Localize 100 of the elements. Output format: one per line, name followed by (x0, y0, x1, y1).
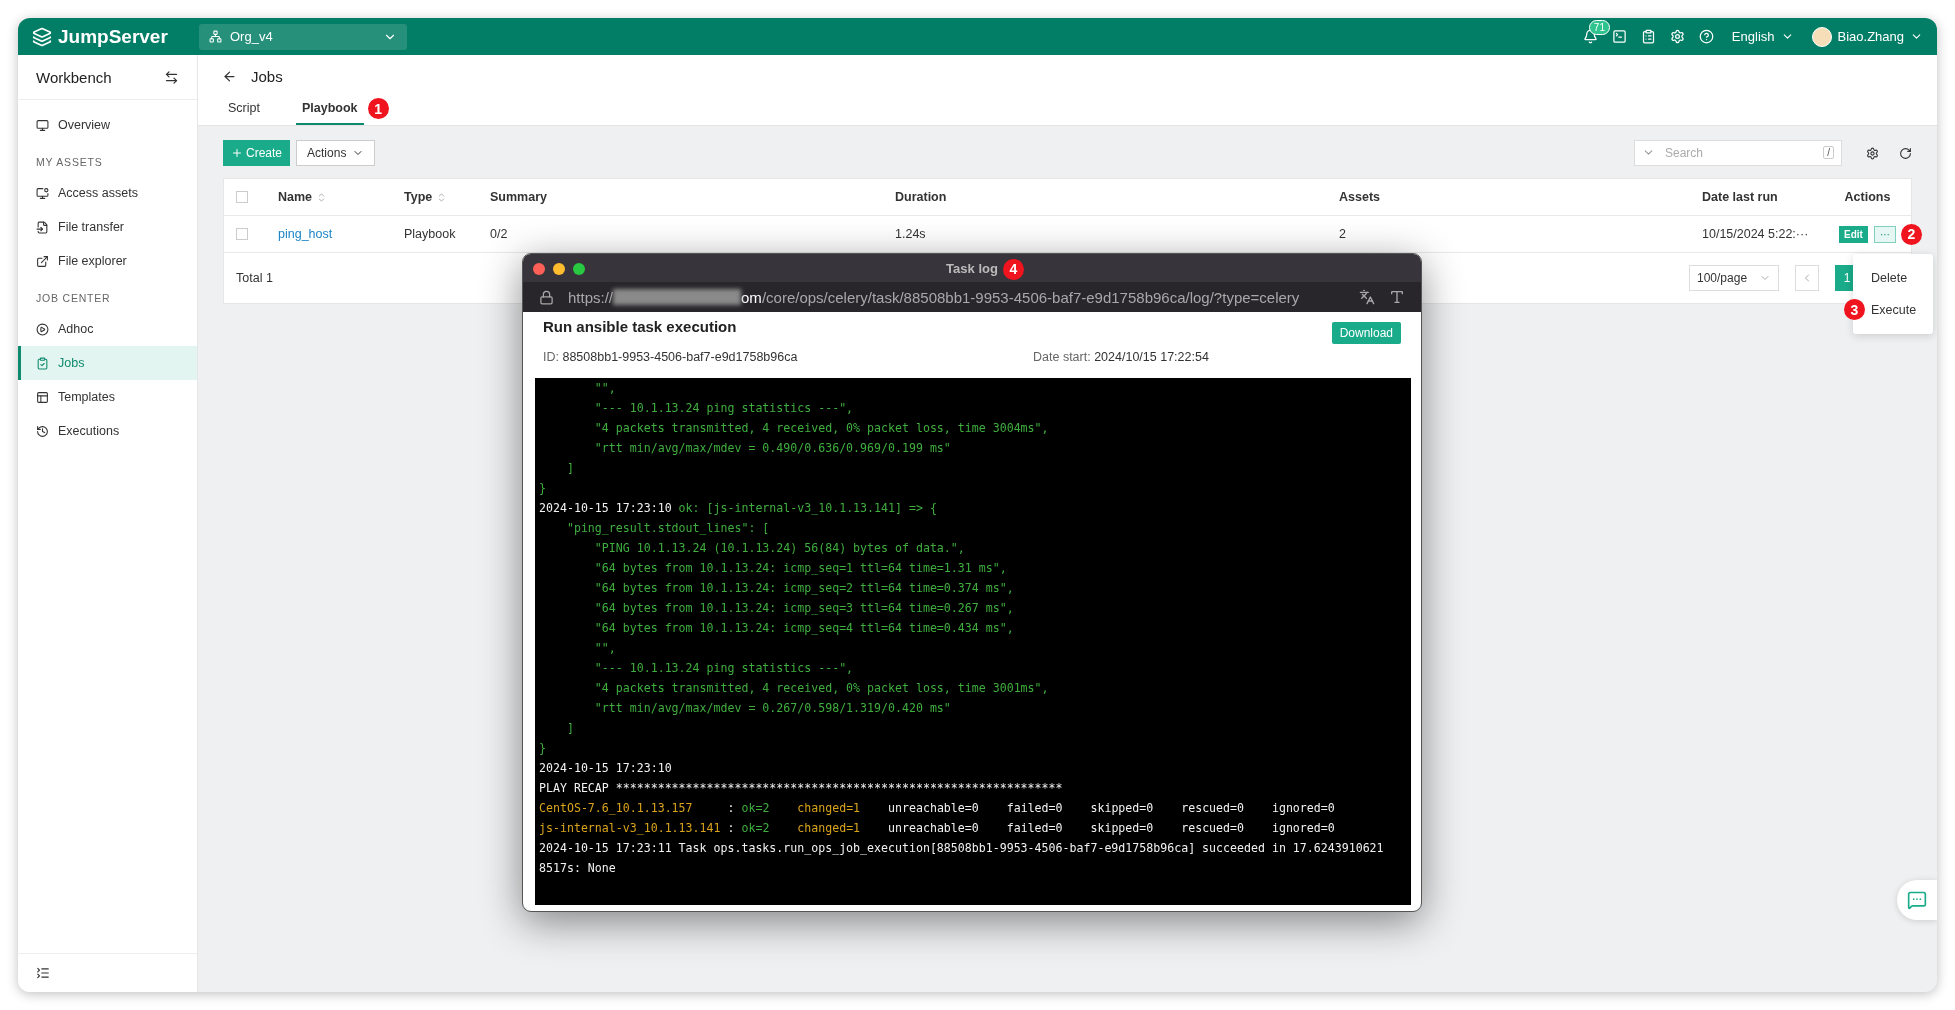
log-line: 8517s: None (539, 860, 617, 877)
file-icon (36, 220, 49, 234)
task-id: ID: 88508bb1-9953-4506-baf7-e9d1758b96ca (543, 350, 799, 364)
org-select[interactable]: Org_v4 (199, 23, 407, 50)
actions-button[interactable]: Actions (296, 140, 376, 166)
sidebar-item[interactable]: Adhoc (18, 312, 197, 346)
step-marker: 3 (1844, 299, 1865, 320)
column-header[interactable]: Type (404, 190, 433, 204)
settings-icon[interactable] (1669, 29, 1685, 44)
sidebar-item[interactable]: Jobs (18, 346, 197, 380)
log-line: "64 bytes from 10.1.13.24: icmp_seq=4 ttl=64 time=0.434 ms", (593, 620, 1015, 637)
text-icon[interactable] (1389, 289, 1405, 305)
section-heading: JOB CENTER (35, 291, 112, 306)
sidebar-item[interactable]: File transfer (18, 210, 197, 244)
log-line: } (539, 740, 547, 757)
lock-icon (539, 289, 554, 305)
refresh-icon[interactable] (1899, 146, 1912, 160)
window-title: Task log (946, 260, 998, 276)
section-heading: MY ASSETS (35, 155, 104, 170)
page-title: Jobs (251, 67, 283, 85)
language-select[interactable]: English (1731, 29, 1794, 44)
more-button[interactable]: ··· (1873, 225, 1896, 243)
switch-icon[interactable] (164, 69, 179, 85)
log-line: PLAY RECAP **************************************************************** (539, 780, 1064, 797)
step-marker: 2 (1900, 223, 1922, 245)
avatar (1811, 26, 1832, 47)
tab[interactable]: Script (222, 93, 266, 125)
log-line: "4 packets transmitted, 4 received, 0% packet loss, time 3001ms", (593, 680, 1050, 697)
back-icon[interactable] (222, 68, 237, 84)
log-line: ] (565, 460, 575, 477)
column-header[interactable]: Assets (1339, 190, 1380, 204)
settings-icon[interactable] (1866, 146, 1879, 160)
column-header[interactable]: Duration (895, 190, 947, 204)
log-line: "rtt min/avg/max/mdev = 0.490/0.636/0.969/0.199 ms" (593, 440, 952, 457)
start-date: Date start: 2024/10/15 17:22:54 (1033, 350, 1210, 364)
play-icon (36, 322, 49, 336)
table-cell-text: 1.24s (895, 227, 927, 241)
column-header[interactable]: Date last run (1702, 190, 1778, 204)
desktop-icon (36, 186, 49, 200)
column-header[interactable]: Actions (1844, 190, 1891, 204)
maximize-icon[interactable] (573, 263, 585, 275)
chat-icon (1907, 890, 1927, 910)
log-line: 2024-10-15 17:23:10 ok: [js-internal-v3_10.1.13.141] => { (539, 500, 938, 517)
checkbox[interactable] (236, 191, 248, 203)
clipboard-icon[interactable] (1640, 29, 1656, 44)
log-line: "ping_result.stdout_lines": [ (565, 520, 771, 537)
logo[interactable]: JumpServer (32, 25, 177, 48)
plus-icon (231, 147, 243, 159)
log-line: "64 bytes from 10.1.13.24: icmp_seq=2 ttl=64 time=0.374 ms", (593, 580, 1015, 597)
log-line: "PING 10.1.13.24 (10.1.13.24) 56(84) bytes of data.", (593, 540, 966, 557)
collapse-icon[interactable] (36, 966, 50, 980)
log-line: } (539, 480, 547, 497)
column-header[interactable]: Name (278, 190, 313, 204)
external-link-icon (36, 254, 49, 268)
total-count: Total 1 (236, 271, 273, 285)
log-line: "", (593, 380, 617, 397)
chat-button[interactable] (1897, 880, 1937, 920)
log-line: "--- 10.1.13.24 ping statistics ---", (593, 660, 855, 677)
shortcut-key: / (1823, 146, 1834, 159)
log-line: js-internal-v3_10.1.13.141 : ok=2 changed=1 unreachable=0 failed=0 skipped=0 rescued=0 ignored=0 (539, 820, 1336, 837)
table-cell-text: 0/2 (490, 227, 509, 241)
log-line: 2024-10-15 17:23:11 Task ops.tasks.run_ops_job_execution[88508bb1-9953-4506-baf7-e9d1758b96ca] succeeded in 17.6243910621 (539, 840, 1385, 857)
minimize-icon[interactable] (553, 263, 565, 275)
log-line: "rtt min/avg/max/mdev = 0.267/0.598/1.319/0.420 ms" (593, 700, 952, 717)
log-line: CentOS-7.6_10.1.13.157 : ok=2 changed=1 unreachable=0 failed=0 skipped=0 rescued=0 ignored=0 (539, 800, 1336, 817)
sidebar-item[interactable]: Access assets (18, 176, 197, 210)
help-icon[interactable] (1698, 29, 1714, 44)
log-line: "4 packets transmitted, 4 received, 0% packet loss, time 3004ms", (593, 420, 1050, 437)
close-icon[interactable] (533, 263, 545, 275)
step-marker: 4 (1002, 258, 1024, 280)
log-line: ] (565, 720, 575, 737)
user-menu[interactable]: Biao.Zhang (1811, 26, 1923, 47)
table-cell-text: Playbook (404, 227, 457, 241)
log-line: 2024-10-15 17:23:10 (539, 760, 673, 777)
sidebar-item[interactable]: Executions (18, 414, 197, 448)
org-icon (209, 30, 222, 43)
step-marker: 1 (367, 98, 389, 119)
log-line: "--- 10.1.13.24 ping statistics ---", (593, 400, 855, 417)
job-link[interactable]: ping_host (278, 227, 333, 241)
terminal-icon[interactable] (1611, 29, 1627, 44)
translate-icon[interactable] (1359, 289, 1375, 305)
sidebar-item[interactable]: Templates (18, 380, 197, 414)
page-size-select[interactable]: 100/page (1689, 265, 1779, 291)
sidebar-title: Workbench (36, 68, 112, 86)
log-line: "64 bytes from 10.1.13.24: icmp_seq=3 ttl=64 time=0.267 ms", (593, 600, 1015, 617)
history-icon (36, 424, 49, 438)
monitor-icon (36, 118, 49, 132)
notification-badge: 71 (1588, 20, 1610, 35)
sidebar-item[interactable]: Overview (18, 108, 197, 142)
table-cell-text: 2 (1339, 227, 1347, 241)
menu-item[interactable]: Delete (1871, 271, 1908, 285)
menu-item[interactable]: Execute (1871, 303, 1917, 317)
table-cell-text: 10/15/2024 5:22:··· (1702, 227, 1810, 241)
clipboard-check-icon (36, 356, 49, 370)
column-header[interactable]: Summary (490, 190, 547, 204)
sidebar-item[interactable]: File explorer (18, 244, 197, 278)
bell-icon[interactable] (1582, 29, 1598, 44)
tab[interactable]: Playbook (295, 93, 364, 125)
log-heading: Run ansible task execution (543, 318, 737, 337)
checkbox[interactable] (236, 228, 248, 240)
